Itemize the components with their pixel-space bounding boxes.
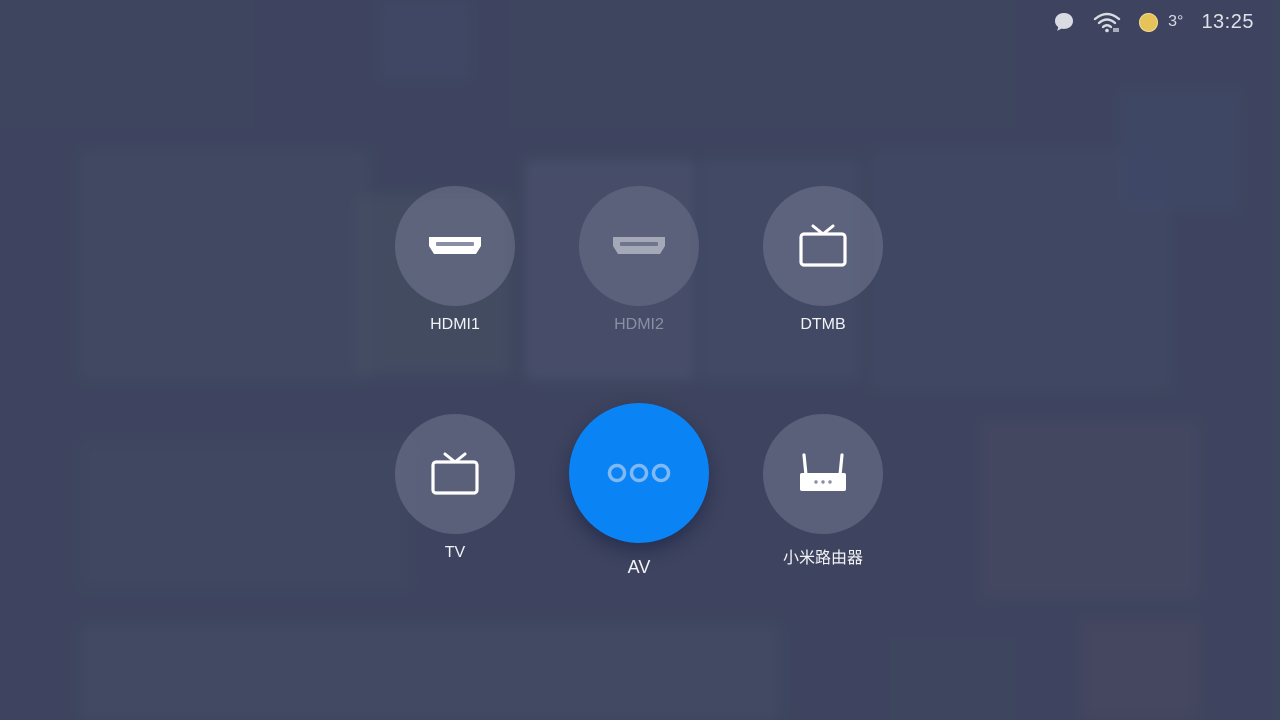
message-icon [1053, 11, 1075, 33]
router-icon [800, 453, 846, 491]
source-dtmb-circle [763, 186, 883, 306]
tv-icon [431, 452, 479, 495]
source-hdmi1-label: HDMI1 [430, 316, 480, 333]
source-hdmi2-circle [579, 186, 699, 306]
source-dtmb-label: DTMB [800, 316, 846, 333]
source-hdmi1[interactable]: HDMI1 [395, 186, 515, 334]
av-dots-icon [607, 463, 671, 483]
source-router-label: 小米路由器 [782, 550, 863, 567]
source-tv[interactable]: TV [395, 414, 515, 562]
source-av-label: AV [627, 557, 651, 577]
source-av-circle [569, 403, 709, 543]
source-router-circle [763, 414, 883, 534]
source-hdmi2-label: HDMI2 [614, 316, 664, 333]
wifi-icon [1093, 11, 1121, 33]
tv-icon [799, 224, 847, 267]
hdmi-port-icon [429, 237, 481, 254]
status-bar: 3° 13:25 [1053, 8, 1254, 36]
source-dtmb[interactable]: DTMB [763, 186, 883, 334]
source-tv-circle [395, 414, 515, 534]
temperature: 3° [1168, 13, 1184, 30]
clock: 13:25 [1201, 10, 1254, 33]
source-tv-label: TV [444, 544, 466, 561]
dim-overlay [0, 0, 1280, 720]
source-hdmi2[interactable]: HDMI2 [579, 186, 699, 334]
source-router[interactable]: 小米路由器 [763, 414, 883, 568]
source-hdmi1-circle [395, 186, 515, 306]
hdmi-port-icon [613, 237, 665, 254]
weather-sun-icon [1139, 12, 1159, 32]
source-av[interactable]: AV [569, 403, 709, 578]
